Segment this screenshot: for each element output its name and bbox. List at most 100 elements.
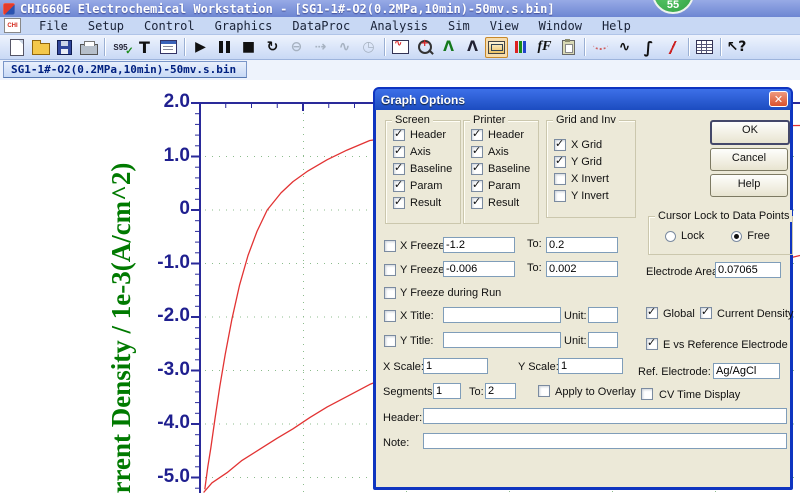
x-title-input[interactable] bbox=[443, 307, 561, 323]
x-title-checkbox[interactable] bbox=[384, 310, 396, 322]
run-icon[interactable]: ▶ bbox=[189, 37, 212, 58]
help-button[interactable]: Help bbox=[710, 174, 788, 197]
y-unit-input[interactable] bbox=[588, 332, 618, 348]
reverse-scan-icon[interactable]: ↻ bbox=[261, 37, 284, 58]
technique-setup-icon[interactable]: S95 bbox=[109, 37, 134, 58]
free-radio[interactable] bbox=[731, 230, 743, 242]
grid-y-grid-label: Y Grid bbox=[571, 155, 602, 168]
zoom-data-icon[interactable] bbox=[389, 37, 412, 58]
save-icon[interactable] bbox=[53, 37, 76, 58]
screen-axis-checkbox[interactable] bbox=[393, 144, 405, 158]
printer-header-checkbox[interactable] bbox=[471, 127, 483, 141]
segments-from-input[interactable] bbox=[433, 383, 461, 399]
printer-param-checkbox[interactable] bbox=[471, 178, 483, 192]
peak-definition-icon[interactable]: Λ bbox=[437, 37, 460, 58]
screen-param-label: Param bbox=[410, 179, 443, 192]
cancel-button[interactable]: Cancel bbox=[710, 148, 788, 171]
menu-item-graphics[interactable]: Graphics bbox=[205, 18, 283, 34]
y-title-input[interactable] bbox=[443, 332, 561, 348]
x-freeze-from-input[interactable] bbox=[443, 237, 515, 253]
screen-result-checkbox[interactable] bbox=[393, 195, 405, 209]
x-freeze-checkbox[interactable] bbox=[384, 240, 396, 252]
segments-to-input[interactable] bbox=[485, 383, 516, 399]
grid-y-grid-checkbox[interactable] bbox=[554, 154, 566, 168]
data-listing-icon[interactable] bbox=[693, 37, 716, 58]
toolbar-separator bbox=[720, 38, 721, 56]
screen-param-checkbox[interactable] bbox=[393, 178, 405, 192]
screen-row: Baseline bbox=[393, 161, 460, 175]
slope-icon[interactable] bbox=[661, 37, 684, 58]
context-help-icon[interactable]: ↖? bbox=[725, 37, 748, 58]
current-density-checkbox[interactable] bbox=[700, 305, 712, 319]
print-icon[interactable] bbox=[77, 37, 100, 58]
ref-electrode-input[interactable] bbox=[713, 363, 780, 379]
menu-item-control[interactable]: Control bbox=[134, 18, 205, 34]
printer-result-checkbox[interactable] bbox=[471, 195, 483, 209]
y-freeze-to-input[interactable] bbox=[546, 261, 618, 277]
printer-baseline-checkbox[interactable] bbox=[471, 161, 483, 175]
step-run-icon[interactable]: ⇢ bbox=[309, 37, 332, 58]
x-scale-input[interactable] bbox=[423, 358, 488, 374]
menu-item-setup[interactable]: Setup bbox=[78, 18, 134, 34]
menu-item-view[interactable]: View bbox=[480, 18, 529, 34]
menu-item-analysis[interactable]: Analysis bbox=[360, 18, 438, 34]
printer-group-label: Printer bbox=[470, 114, 509, 126]
y-freeze-checkbox[interactable] bbox=[384, 264, 396, 276]
grid-x-grid-checkbox[interactable] bbox=[554, 137, 566, 151]
open-file-icon[interactable] bbox=[29, 37, 52, 58]
electrode-area-input[interactable] bbox=[715, 262, 781, 278]
copy-to-clipboard-icon[interactable] bbox=[557, 37, 580, 58]
screen-row: Param bbox=[393, 178, 460, 192]
baseline-fit-icon[interactable] bbox=[589, 37, 612, 58]
x-unit-label: Unit: bbox=[564, 310, 587, 322]
apply-to-overlay-checkbox[interactable] bbox=[538, 385, 550, 397]
printer-axis-checkbox[interactable] bbox=[471, 144, 483, 158]
menu-item-file[interactable]: File bbox=[29, 18, 78, 34]
dialog-titlebar[interactable]: Graph Options bbox=[375, 89, 791, 110]
menu-item-help[interactable]: Help bbox=[592, 18, 641, 34]
printer-row: Baseline bbox=[471, 161, 538, 175]
x-freeze-to-input[interactable] bbox=[546, 237, 618, 253]
x-freeze-to-label: To: bbox=[527, 238, 542, 250]
new-file-icon[interactable] bbox=[5, 37, 28, 58]
x-unit-input[interactable] bbox=[588, 307, 618, 323]
ir-compensation-icon[interactable]: ∿ bbox=[333, 37, 356, 58]
global-checkbox[interactable] bbox=[646, 305, 658, 319]
zero-current-icon[interactable]: ⊖ bbox=[285, 37, 308, 58]
menu-item-dataproc[interactable]: DataProc bbox=[282, 18, 360, 34]
header-input[interactable] bbox=[423, 408, 787, 424]
y-freeze-from-input[interactable] bbox=[443, 261, 515, 277]
integration-icon[interactable]: ∫ bbox=[637, 37, 660, 58]
menu-item-sim[interactable]: Sim bbox=[438, 18, 480, 34]
menu-item-window[interactable]: Window bbox=[529, 18, 592, 34]
screen-row: Header bbox=[393, 127, 460, 141]
zoom-in-icon[interactable] bbox=[413, 37, 436, 58]
stop-icon[interactable]: ■ bbox=[237, 37, 260, 58]
timer-icon[interactable]: ◷ bbox=[357, 37, 380, 58]
parameters-icon[interactable] bbox=[157, 37, 180, 58]
document-tab[interactable]: SG1-1#-O2(0.2MPa,10min)-50mv.s.bin bbox=[3, 61, 248, 78]
y-tick-label: 1.0 bbox=[163, 144, 190, 166]
graph-options-icon[interactable] bbox=[485, 36, 508, 58]
screen-header-checkbox[interactable] bbox=[393, 127, 405, 141]
text-annotation-icon[interactable]: T bbox=[133, 37, 156, 58]
close-icon[interactable] bbox=[769, 91, 788, 107]
lock-radio[interactable] bbox=[665, 230, 676, 242]
y-freeze-during-run-checkbox[interactable] bbox=[384, 287, 396, 299]
color-legend-icon[interactable] bbox=[509, 37, 532, 58]
cv-time-display-checkbox[interactable] bbox=[641, 388, 653, 400]
y-title-checkbox[interactable] bbox=[384, 335, 396, 347]
screen-baseline-checkbox[interactable] bbox=[393, 161, 405, 175]
font-options-icon[interactable]: fF bbox=[533, 37, 556, 58]
y-tick-label: -1.0 bbox=[157, 251, 190, 273]
grid-x-invert-checkbox[interactable] bbox=[554, 172, 566, 185]
ok-button[interactable]: OK bbox=[710, 120, 790, 145]
smoothing-icon[interactable]: ∿ bbox=[613, 37, 636, 58]
note-input[interactable] bbox=[423, 433, 787, 449]
peak-report-icon[interactable]: Λ bbox=[461, 37, 484, 58]
grid-group: Grid and Inv X Grid Y Grid X Invert Y Inver… bbox=[546, 114, 636, 218]
y-scale-input[interactable] bbox=[558, 358, 623, 374]
e-vs-reference-checkbox[interactable] bbox=[646, 336, 658, 350]
pause-icon[interactable] bbox=[213, 37, 236, 58]
grid-y-invert-checkbox[interactable] bbox=[554, 189, 566, 202]
